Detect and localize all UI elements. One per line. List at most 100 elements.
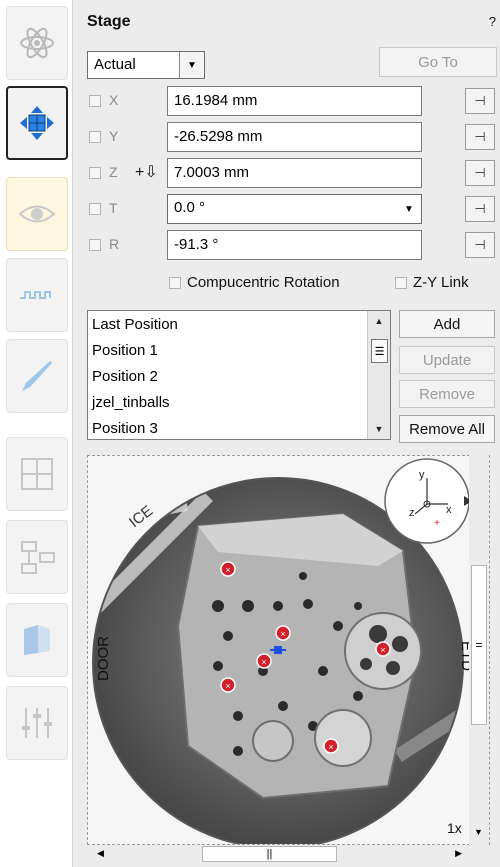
eye-icon <box>18 205 56 223</box>
add-button[interactable]: Add <box>399 310 495 338</box>
axis-z-checkbox[interactable] <box>89 167 101 179</box>
svg-text:×: × <box>328 742 333 752</box>
compucentric-checkbox[interactable] <box>169 276 181 289</box>
axis-x-checkbox[interactable] <box>89 95 101 107</box>
pin-icon: ⊣ <box>474 165 486 180</box>
pin-y-button[interactable]: ⊣ <box>465 124 495 150</box>
position-marker-icon[interactable]: × <box>323 738 339 754</box>
svg-text:×: × <box>380 645 385 655</box>
update-button[interactable]: Update <box>399 346 495 374</box>
list-item[interactable]: jzel_tinballs <box>92 394 170 411</box>
compass-z-label: z <box>409 507 415 519</box>
scroll-thumb[interactable]: = <box>471 565 487 725</box>
position-mode-value: Actual <box>94 56 136 73</box>
compucentric-label: Compucentric Rotation <box>187 274 340 291</box>
scroll-down-icon[interactable]: ▼ <box>474 827 483 837</box>
remove-all-button[interactable]: Remove All <box>399 415 495 443</box>
scroll-down-icon[interactable]: ▼ <box>368 419 390 439</box>
svg-text:×: × <box>225 565 230 575</box>
tool-waveform[interactable] <box>6 258 68 332</box>
axis-t-select[interactable]: 0.0 ° ▼ <box>167 194 422 224</box>
pin-icon: ⊣ <box>474 237 486 252</box>
chamber-camera-image: × × × × × × + y z x ICE DOOR ETD <box>88 456 489 844</box>
tool-strip <box>0 0 72 867</box>
axis-r-label: R <box>109 236 120 252</box>
axis-t-value: 0.0 ° <box>174 199 206 216</box>
svg-text:+: + <box>434 518 440 529</box>
axis-x-label: X <box>109 92 119 108</box>
axis-x-input[interactable]: 16.1984 mm <box>167 86 422 116</box>
position-mode-select[interactable]: Actual ▼ <box>87 51 205 79</box>
position-marker-icon[interactable]: × <box>220 677 236 693</box>
axis-z-label: Z <box>109 164 118 180</box>
scroll-left-icon[interactable]: ◀ <box>97 848 104 859</box>
zy-link-option[interactable]: Z-Y Link <box>395 274 469 291</box>
zy-link-label: Z-Y Link <box>413 274 469 291</box>
svg-text:×: × <box>261 657 266 667</box>
pen-icon <box>22 361 52 391</box>
tool-stage[interactable] <box>6 86 68 160</box>
tool-flow[interactable] <box>6 520 68 594</box>
z-link-indicator: +⇩ <box>135 164 158 181</box>
door-label: DOOR <box>95 636 112 681</box>
axis-z-input[interactable]: 7.0003 mm <box>167 158 422 188</box>
scroll-up-icon[interactable]: ▲ <box>368 311 390 331</box>
pin-icon: ⊣ <box>474 93 486 108</box>
pin-t-button[interactable]: ⊣ <box>465 196 495 222</box>
tool-view[interactable] <box>6 177 68 251</box>
position-marker-icon[interactable]: × <box>256 653 272 669</box>
flow-icon <box>21 541 55 574</box>
tool-grid[interactable] <box>6 437 68 511</box>
scroll-thumb[interactable]: || <box>202 846 337 862</box>
book-icon <box>24 625 50 655</box>
list-item[interactable]: Position 1 <box>92 342 158 359</box>
tool-library[interactable] <box>6 603 68 677</box>
remove-button[interactable]: Remove <box>399 380 495 408</box>
position-marker-icon[interactable]: × <box>220 561 236 577</box>
compucentric-option[interactable]: Compucentric Rotation <box>169 274 340 291</box>
tool-atom[interactable] <box>6 6 68 80</box>
scroll-right-icon[interactable]: ▶ <box>455 848 462 859</box>
axis-r-input[interactable]: -91.3 ° <box>167 230 422 260</box>
atom-icon <box>20 27 54 59</box>
svg-text:×: × <box>225 681 230 691</box>
chevron-down-icon: ▼ <box>179 52 204 78</box>
navigation-vertical-scrollbar[interactable]: = ▼ <box>469 455 489 845</box>
axis-r-checkbox[interactable] <box>89 239 101 251</box>
pin-icon: ⊣ <box>474 129 486 144</box>
sliders-icon <box>22 708 52 738</box>
pin-x-button[interactable]: ⊣ <box>465 88 495 114</box>
tool-adjust[interactable] <box>6 686 68 760</box>
zoom-level: 1x <box>447 820 462 836</box>
wave-icon <box>20 291 51 299</box>
pin-r-button[interactable]: ⊣ <box>465 232 495 258</box>
navigation-horizontal-scrollbar[interactable]: ◀ || ▶ <box>87 845 472 863</box>
compass-x-label: x <box>446 504 452 516</box>
goto-button[interactable]: Go To <box>379 47 497 77</box>
axis-y-label: Y <box>109 128 119 144</box>
panel-title: Stage <box>87 13 131 30</box>
list-item[interactable]: Position 3 <box>92 420 158 437</box>
axis-y-input[interactable]: -26.5298 mm <box>167 122 422 152</box>
stage-panel: Stage ? Actual ▼ Go To X 16.1984 mm ⊣ Y … <box>72 0 500 867</box>
pin-z-button[interactable]: ⊣ <box>465 160 495 186</box>
stage-navigation-view[interactable]: × × × × × × + y z x ICE DOOR ETD <box>87 455 490 845</box>
zy-link-checkbox[interactable] <box>395 276 407 289</box>
position-list[interactable]: Last Position Position 1 Position 2 jzel… <box>87 310 391 440</box>
position-marker-icon[interactable]: × <box>275 625 291 641</box>
compass-y-label: y <box>419 469 425 481</box>
scroll-thumb[interactable]: ☰ <box>371 339 388 363</box>
axis-y-checkbox[interactable] <box>89 131 101 143</box>
axis-t-checkbox[interactable] <box>89 203 101 215</box>
list-item[interactable]: Last Position <box>92 316 178 333</box>
position-marker-icon[interactable]: × <box>375 641 391 657</box>
list-item[interactable]: Position 2 <box>92 368 158 385</box>
grid-icon <box>21 458 53 490</box>
position-list-scrollbar[interactable]: ▲ ☰ ▼ <box>367 311 390 439</box>
pin-icon: ⊣ <box>474 201 486 216</box>
tool-annotate[interactable] <box>6 339 68 413</box>
svg-text:×: × <box>280 629 285 639</box>
help-button[interactable]: ? <box>489 14 496 29</box>
chevron-down-icon: ▼ <box>397 195 421 223</box>
axis-t-label: T <box>109 200 118 216</box>
